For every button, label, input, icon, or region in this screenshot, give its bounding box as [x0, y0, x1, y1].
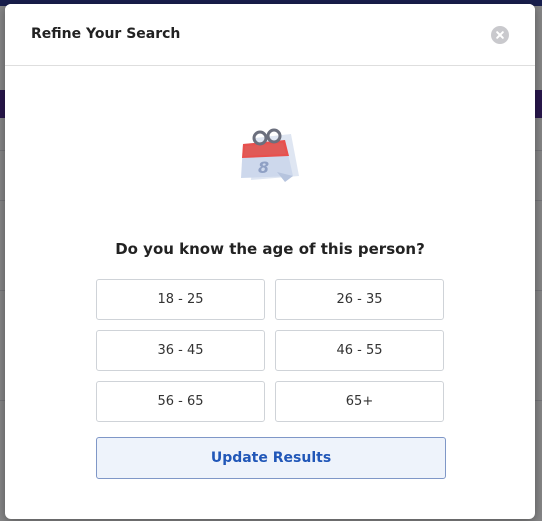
update-results-button[interactable]: Update Results — [96, 437, 446, 479]
age-option-36-45[interactable]: 36 - 45 — [96, 330, 265, 371]
modal-header: Refine Your Search — [5, 4, 535, 66]
age-option-18-25[interactable]: 18 - 25 — [96, 279, 265, 320]
modal-title: Refine Your Search — [31, 26, 181, 42]
age-option-56-65[interactable]: 56 - 65 — [96, 381, 265, 422]
age-option-26-35[interactable]: 26 - 35 — [275, 279, 444, 320]
refine-search-modal: Refine Your Search 8 Do you know the age… — [5, 4, 535, 519]
calendar-icon: 8 — [241, 128, 299, 182]
close-icon[interactable] — [491, 26, 509, 44]
age-option-65-plus[interactable]: 65+ — [275, 381, 444, 422]
age-option-46-55[interactable]: 46 - 55 — [275, 330, 444, 371]
age-question: Do you know the age of this person? — [115, 240, 425, 258]
calendar-day-number: 8 — [258, 158, 269, 177]
